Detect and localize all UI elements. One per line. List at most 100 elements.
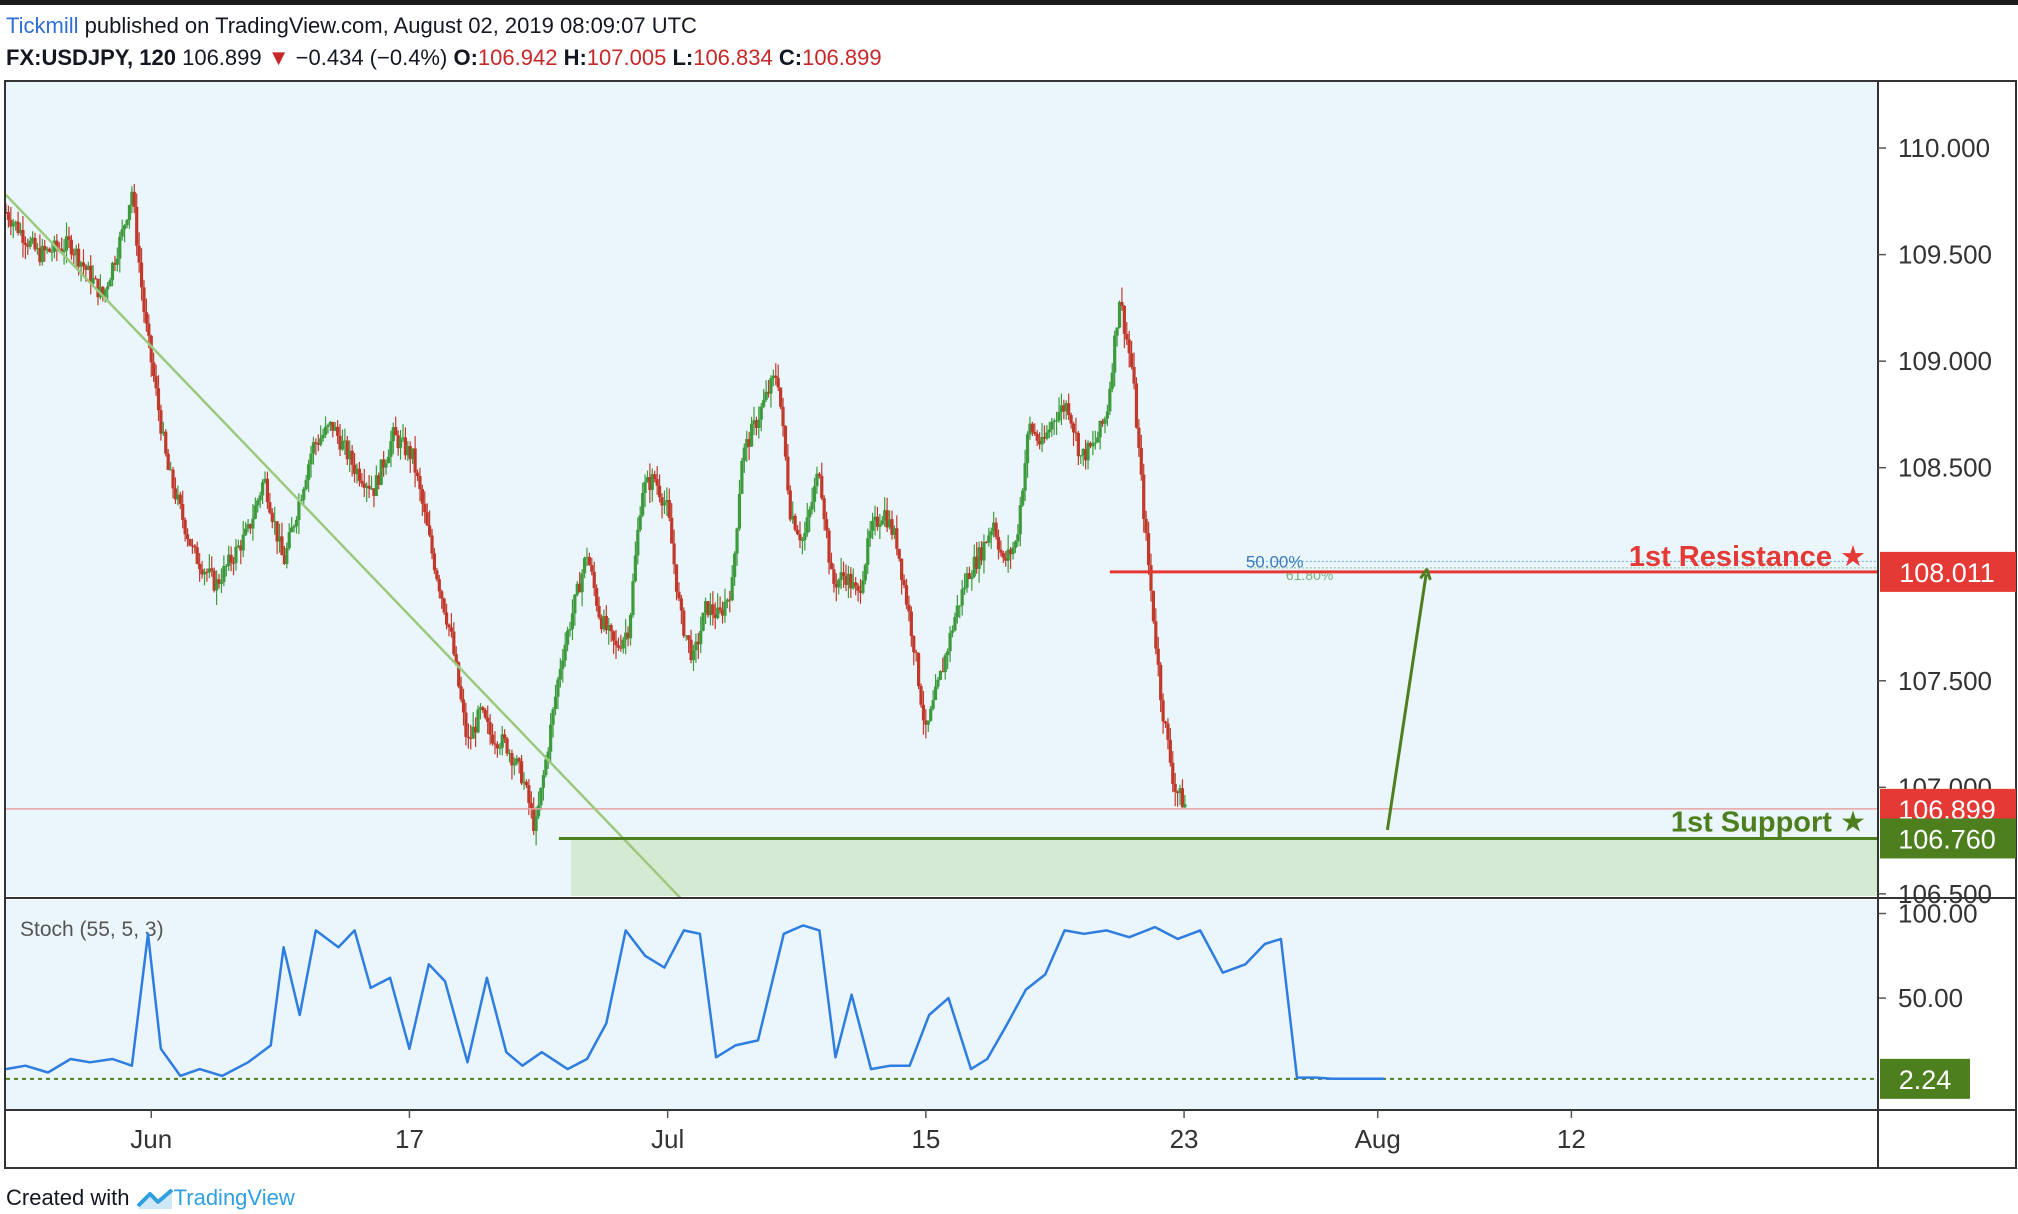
candle-body [674, 564, 679, 592]
candle-body [1050, 421, 1054, 430]
candle-body [125, 219, 129, 226]
candle-body [955, 605, 959, 618]
candle-body [679, 598, 683, 611]
candle-body [962, 587, 967, 590]
candle-body [950, 630, 955, 633]
candle-body [258, 495, 262, 501]
candle-body [171, 469, 175, 489]
candle-body [1139, 447, 1143, 475]
candle-body [357, 468, 362, 481]
price-tick-label: 108.500 [1898, 453, 1992, 483]
candle-body [929, 708, 933, 721]
candle-body [270, 512, 274, 522]
price-tick-label: 106.500 [1898, 879, 1992, 909]
candle-body [561, 660, 565, 669]
candle-body [1079, 455, 1083, 457]
time-tick-label: Jun [130, 1124, 172, 1154]
candle-body [234, 546, 238, 563]
candle-body [490, 734, 495, 744]
candle-body [812, 486, 817, 502]
candle-body [423, 503, 427, 513]
candle-body [1122, 305, 1126, 334]
candle-body [222, 566, 226, 583]
candle-body [769, 378, 773, 394]
candle-body [292, 526, 296, 528]
candle-body [1071, 423, 1076, 433]
candle-body [219, 582, 224, 584]
support-zone-fill [570, 838, 1878, 896]
candle-body [718, 607, 722, 611]
candle-body [309, 453, 313, 465]
candle-body [866, 538, 870, 565]
stoch-value-label: 2.24 [1899, 1065, 1952, 1095]
tradingview-logo-icon [136, 1188, 173, 1210]
candle-body [6, 212, 11, 221]
candle-body [900, 558, 904, 580]
candle-body [863, 564, 867, 581]
candle-body [147, 323, 151, 336]
candle-body [682, 610, 686, 636]
candle-body [132, 191, 136, 207]
candle-body [762, 400, 766, 407]
candle-body [367, 485, 371, 489]
candle-body [621, 639, 625, 649]
candle-body [1033, 431, 1037, 434]
candle-body [285, 548, 289, 564]
candle-body [541, 775, 545, 788]
candle-body [730, 577, 734, 601]
candle-body [1113, 335, 1117, 373]
candle-body [314, 442, 318, 444]
price-chart[interactable]: 50.00%61.80%1st Resistance ★1st Support … [0, 0, 2018, 1180]
candle-body [1146, 533, 1151, 566]
candle-body [1018, 505, 1022, 535]
candle-body [817, 473, 821, 476]
candle-body [1137, 427, 1141, 448]
candle-body [459, 686, 463, 700]
candle-body [164, 431, 168, 454]
candle-body [253, 505, 257, 519]
candle-body [350, 450, 354, 465]
candle-body [69, 239, 73, 255]
candle-body [444, 612, 449, 625]
candle-body [340, 441, 345, 450]
candle-body [701, 612, 705, 631]
candle-body [662, 502, 667, 506]
candle-body [461, 699, 466, 713]
candle-body [655, 479, 659, 486]
candle-body [774, 375, 778, 378]
candle-body [902, 579, 906, 586]
candle-body [1166, 723, 1170, 740]
candle-body [241, 534, 245, 551]
candle-body [909, 611, 913, 637]
candle-body [483, 710, 487, 718]
candle-body [854, 582, 858, 586]
candle-body [931, 700, 935, 709]
candle-body [115, 258, 119, 265]
tradingview-link[interactable]: TradingView [174, 1185, 295, 1210]
candle-body [447, 624, 451, 628]
candle-body [435, 570, 439, 580]
time-axis-background [6, 1110, 1878, 1168]
candle-body [437, 579, 441, 592]
candle-body [856, 585, 860, 591]
candle-body [166, 453, 170, 470]
candle-body [1021, 490, 1025, 506]
candle-body [311, 442, 316, 454]
candle-body [159, 410, 163, 434]
candle-body [553, 696, 558, 710]
candle-body [432, 553, 437, 571]
candle-body [1132, 366, 1136, 384]
candle-body [994, 522, 998, 537]
candle-body [590, 565, 594, 572]
candle-body [198, 563, 202, 570]
candle-body [933, 686, 938, 701]
candle-body [781, 406, 785, 427]
candle-body [786, 456, 790, 491]
candle-body [210, 568, 214, 571]
candle-body [452, 631, 456, 655]
candle-body [895, 528, 899, 549]
candle-body [1067, 403, 1071, 415]
candle-body [919, 686, 923, 705]
candle-body [989, 531, 993, 536]
candle-body [783, 426, 788, 457]
